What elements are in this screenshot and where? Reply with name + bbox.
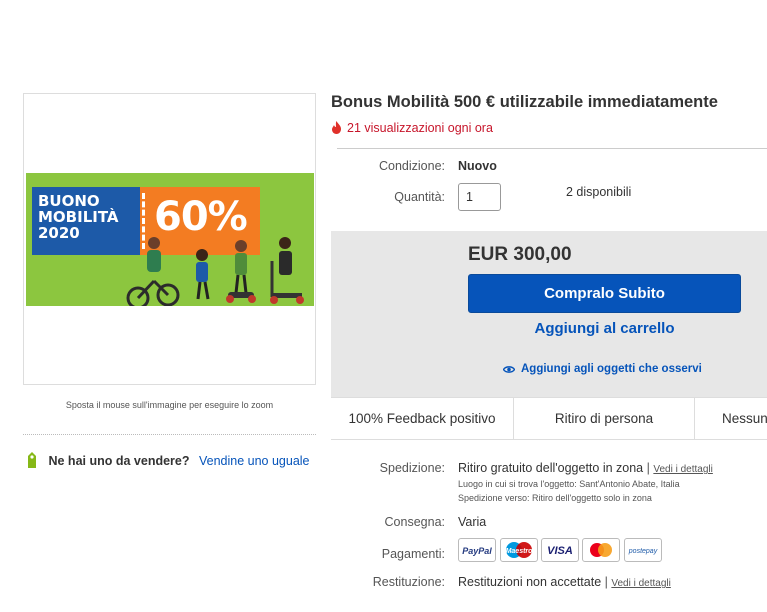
shipping-label: Spedizione: xyxy=(379,461,445,475)
riders-illustration xyxy=(126,237,304,306)
quantity-input[interactable] xyxy=(458,183,501,211)
paypal-logo: PayPal xyxy=(458,538,496,562)
views-text: 21 visualizzazioni ogni ora xyxy=(347,121,493,135)
available-count: 2 disponibili xyxy=(566,185,632,199)
feature-returns: Nessun xyxy=(722,411,767,426)
watch-label: Aggiungi agli oggetti che osservi xyxy=(521,363,702,375)
price: EUR 300,00 xyxy=(468,244,572,265)
returns-label: Restituzione: xyxy=(372,575,445,589)
buy-now-button[interactable]: Compralo Subito xyxy=(468,274,741,313)
sell-similar-row: Ne hai uno da vendere? Vendine uno ugual… xyxy=(25,451,310,472)
features-strip: 100% Feedback positivo Ritiro di persona… xyxy=(331,397,767,440)
mastercard-logo xyxy=(582,538,620,562)
add-to-cart-button[interactable]: Aggiungi al carrello xyxy=(468,320,741,342)
divider xyxy=(23,434,316,435)
price-tag-icon xyxy=(25,451,39,472)
postepay-text: postepay xyxy=(628,548,658,555)
add-to-watchlist-link[interactable]: Aggiungi agli oggetti che osservi xyxy=(502,363,702,375)
product-image[interactable]: BUONO MOBILITÀ 2020 60% xyxy=(26,173,314,306)
paypal-text: PayPal xyxy=(462,546,492,556)
separator: | xyxy=(604,575,608,589)
visa-text: VISA xyxy=(547,545,573,557)
product-image-frame[interactable]: BUONO MOBILITÀ 2020 60% xyxy=(23,93,316,385)
returns-value-row: Restituzioni non accettate | Vedi i dett… xyxy=(458,575,671,589)
shipping-value: Ritiro gratuito dell'oggetto in zona xyxy=(458,461,644,475)
postepay-logo: postepay xyxy=(624,538,662,562)
feature-feedback: 100% Feedback positivo xyxy=(331,398,514,439)
shipping-destination: Spedizione verso: Ritiro dell'oggetto so… xyxy=(458,493,652,503)
listing-title: Bonus Mobilità 500 € utilizzabile immedi… xyxy=(331,93,718,111)
returns-value: Restituzioni non accettate xyxy=(458,575,602,589)
item-location: Luogo in cui si trova l'oggetto: Sant'An… xyxy=(458,479,680,489)
payments-label: Pagamenti: xyxy=(381,547,445,561)
eye-icon xyxy=(502,366,516,373)
condition-value: Nuovo xyxy=(458,159,497,173)
header-divider xyxy=(337,148,767,149)
delivery-label: Consegna: xyxy=(384,515,445,529)
fire-icon xyxy=(332,121,341,134)
sell-question: Ne hai uno da vendere? xyxy=(48,453,190,468)
shipping-value-row: Ritiro gratuito dell'oggetto in zona | V… xyxy=(458,461,713,475)
maestro-logo: Maestro xyxy=(500,538,538,562)
returns-details-link[interactable]: Vedi i dettagli xyxy=(611,578,671,589)
maestro-text: Maestro xyxy=(506,548,534,555)
zoom-hint: Sposta il mouse sull'immagine per esegui… xyxy=(65,400,274,410)
views-counter: 21 visualizzazioni ogni ora xyxy=(331,121,493,135)
delivery-value: Varia xyxy=(458,515,487,529)
quantity-label: Quantità: xyxy=(394,190,445,204)
separator: | xyxy=(646,461,650,475)
shipping-details-link[interactable]: Vedi i dettagli xyxy=(653,464,713,475)
visa-logo: VISA xyxy=(541,538,579,562)
feature-pickup: Ritiro di persona xyxy=(514,398,695,439)
condition-label: Condizione: xyxy=(378,159,445,173)
sell-similar-link[interactable]: Vendine uno uguale xyxy=(199,454,310,468)
